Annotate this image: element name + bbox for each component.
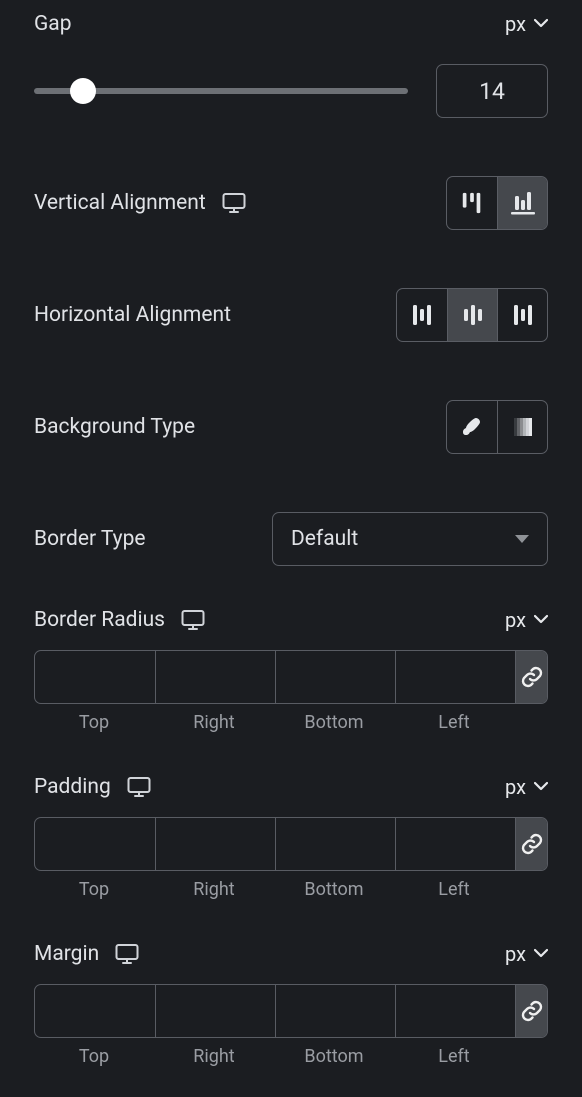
border-type-label: Border Type <box>34 527 146 551</box>
gap-slider[interactable] <box>34 79 408 103</box>
padding-label: Padding <box>34 775 111 799</box>
border-radius-header: Border Radius px <box>34 608 548 632</box>
gap-unit-select[interactable]: px <box>505 12 548 36</box>
padding-unit-select[interactable]: px <box>505 775 548 799</box>
side-label: Right <box>154 712 274 733</box>
margin-label: Margin <box>34 942 99 966</box>
gap-unit-value: px <box>505 12 526 36</box>
bgtype-classic-button[interactable] <box>447 401 497 453</box>
desktop-icon[interactable] <box>127 776 151 798</box>
border-radius-link-button[interactable] <box>515 651 547 703</box>
padding-right-input[interactable] <box>155 818 275 870</box>
padding-left-input[interactable] <box>395 818 515 870</box>
margin-left-input[interactable] <box>395 985 515 1037</box>
margin-right-input[interactable] <box>155 985 275 1037</box>
padding-header: Padding px <box>34 775 548 799</box>
side-label: Top <box>34 712 154 733</box>
side-label: Right <box>154 879 274 900</box>
background-type-group <box>446 400 548 454</box>
desktop-icon[interactable] <box>222 192 246 214</box>
horizontal-alignment-row: Horizontal Alignment <box>34 288 548 342</box>
border-radius-label: Border Radius <box>34 608 165 632</box>
brush-icon <box>460 415 484 439</box>
halign-left-button[interactable] <box>397 289 447 341</box>
side-label: Left <box>394 712 514 733</box>
horizontal-alignment-label: Horizontal Alignment <box>34 303 231 327</box>
align-left-icon <box>409 302 435 328</box>
border-radius-inputs: Top Right Bottom Left <box>34 650 548 733</box>
padding-inputs: Top Right Bottom Left <box>34 817 548 900</box>
margin-unit-value: px <box>505 942 526 966</box>
side-label: Right <box>154 1046 274 1067</box>
side-label: Left <box>394 879 514 900</box>
side-label: Bottom <box>274 879 394 900</box>
border-radius-left-input[interactable] <box>395 651 515 703</box>
gap-label: Gap <box>34 12 72 36</box>
border-type-select[interactable]: Default <box>272 512 548 566</box>
chevron-down-icon <box>534 780 548 794</box>
side-label: Bottom <box>274 712 394 733</box>
link-icon <box>520 999 544 1023</box>
border-type-row: Border Type Default <box>34 512 548 566</box>
side-label: Left <box>394 1046 514 1067</box>
margin-top-input[interactable] <box>35 985 155 1037</box>
gradient-icon <box>511 415 535 439</box>
gap-value-input[interactable] <box>436 64 548 118</box>
halign-right-button[interactable] <box>497 289 547 341</box>
padding-unit-value: px <box>505 775 526 799</box>
align-bottom-icon <box>510 190 536 216</box>
padding-top-input[interactable] <box>35 818 155 870</box>
align-right-icon <box>510 302 536 328</box>
dropdown-caret-icon <box>515 535 529 543</box>
slider-thumb[interactable] <box>70 78 96 104</box>
vertical-alignment-row: Vertical Alignment <box>34 176 548 230</box>
valign-bottom-button[interactable] <box>497 177 547 229</box>
border-radius-right-input[interactable] <box>155 651 275 703</box>
chevron-down-icon <box>534 613 548 627</box>
halign-center-button[interactable] <box>447 289 497 341</box>
margin-inputs: Top Right Bottom Left <box>34 984 548 1067</box>
align-center-icon <box>460 302 486 328</box>
background-type-label: Background Type <box>34 415 195 439</box>
border-type-value: Default <box>291 527 358 551</box>
vertical-alignment-group <box>446 176 548 230</box>
desktop-icon[interactable] <box>115 943 139 965</box>
vertical-alignment-label: Vertical Alignment <box>34 191 206 215</box>
side-label: Top <box>34 1046 154 1067</box>
border-radius-unit-select[interactable]: px <box>505 608 548 632</box>
margin-link-button[interactable] <box>515 985 547 1037</box>
padding-link-button[interactable] <box>515 818 547 870</box>
chevron-down-icon <box>534 17 548 31</box>
padding-bottom-input[interactable] <box>275 818 395 870</box>
side-label: Bottom <box>274 1046 394 1067</box>
border-radius-top-input[interactable] <box>35 651 155 703</box>
align-top-icon <box>460 190 484 216</box>
bgtype-gradient-button[interactable] <box>497 401 547 453</box>
link-icon <box>520 665 544 689</box>
margin-bottom-input[interactable] <box>275 985 395 1037</box>
chevron-down-icon <box>534 947 548 961</box>
border-radius-bottom-input[interactable] <box>275 651 395 703</box>
horizontal-alignment-group <box>396 288 548 342</box>
link-icon <box>520 832 544 856</box>
valign-top-button[interactable] <box>447 177 497 229</box>
border-radius-unit-value: px <box>505 608 526 632</box>
desktop-icon[interactable] <box>181 609 205 631</box>
gap-section: Gap px <box>34 0 548 118</box>
background-type-row: Background Type <box>34 400 548 454</box>
margin-unit-select[interactable]: px <box>505 942 548 966</box>
margin-header: Margin px <box>34 942 548 966</box>
side-label: Top <box>34 879 154 900</box>
